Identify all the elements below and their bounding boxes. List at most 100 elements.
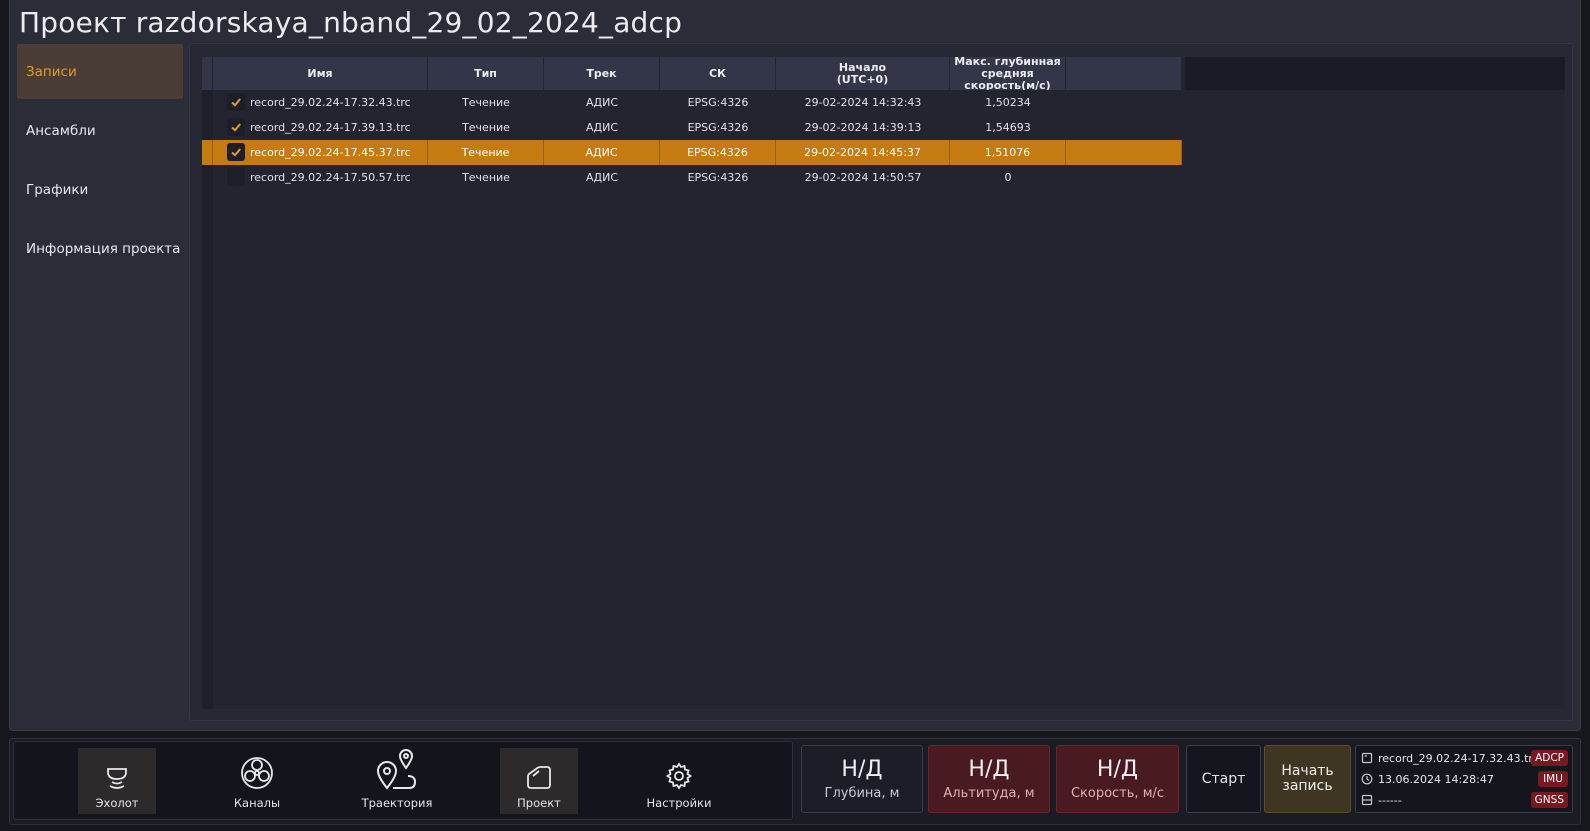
- row-checkbox[interactable]: [227, 93, 245, 111]
- cell-empty: [1066, 140, 1182, 165]
- row-checkbox[interactable]: [227, 143, 245, 161]
- column-header-empty: [1066, 57, 1182, 90]
- column-header-track[interactable]: Трек: [544, 57, 660, 90]
- nav-panel: Эхолот Каналы Траектория Проект Настройк…: [13, 741, 793, 820]
- cell-start: 29-02-2024 14:50:57: [804, 171, 922, 184]
- gnss-badge: GNSS: [1530, 792, 1568, 808]
- table-row[interactable]: record_29.02.24-17.39.13.trc Течение АДИ…: [202, 115, 1182, 140]
- sidebar-item-ensembles[interactable]: Ансамбли: [17, 103, 183, 158]
- row-checkbox[interactable]: [227, 118, 245, 136]
- cell-type: Течение: [428, 140, 544, 165]
- row-gutter: [202, 115, 213, 140]
- echosounder-icon: [107, 768, 127, 789]
- altitude-readout: Н/Д Альтитуда, м: [928, 745, 1050, 813]
- nav-label: Каналы: [233, 796, 281, 810]
- header-gutter: [202, 57, 213, 90]
- table-row[interactable]: record_29.02.24-17.32.43.trc Течение АДИ…: [202, 90, 1182, 115]
- cell-start: 29-02-2024 14:45:37: [776, 140, 950, 165]
- cell-type: Течение: [462, 171, 510, 184]
- channels-icon: [241, 757, 273, 789]
- record-name: record_29.02.24-17.50.57.trc: [250, 171, 411, 184]
- nav-echosounder[interactable]: Эхолот: [78, 748, 156, 814]
- project-icon: [527, 766, 551, 789]
- sidebar-item-project-info[interactable]: Информация проекта: [17, 221, 183, 276]
- altitude-value: Н/Д: [968, 757, 1010, 782]
- cell-max-speed: 1,54693: [985, 121, 1031, 134]
- column-header-crs[interactable]: СК: [660, 57, 776, 90]
- file-icon: [1361, 752, 1373, 764]
- nav-label: Эхолот: [95, 796, 139, 810]
- depth-readout: Н/Д Глубина, м: [801, 745, 923, 813]
- depth-value: Н/Д: [841, 757, 883, 782]
- nav-project[interactable]: Проект: [500, 748, 578, 814]
- cell-crs: EPSG:4326: [687, 96, 749, 109]
- storage-icon: [1361, 794, 1373, 806]
- cell-crs: EPSG:4326: [687, 171, 749, 184]
- nav-label: Настройки: [646, 796, 712, 810]
- cell-name: record_29.02.24-17.39.13.trc: [213, 115, 428, 140]
- cell-track: АДИС: [585, 171, 619, 184]
- row-gutter: [202, 165, 213, 190]
- cell-empty: [1066, 115, 1182, 140]
- table-header: Имя Тип Трек СК Начало (UTC+0) Макс. глу…: [202, 57, 1182, 90]
- nav-trajectory[interactable]: Траектория: [358, 748, 436, 814]
- cell-name: record_29.02.24-17.45.37.trc: [213, 140, 428, 165]
- sidebar-item-records[interactable]: Записи: [17, 44, 183, 99]
- cell-start: 29-02-2024 14:39:13: [804, 121, 922, 134]
- start-button[interactable]: Старт: [1186, 745, 1261, 813]
- start-recording-button[interactable]: Начать запись: [1264, 745, 1351, 813]
- record-name: record_29.02.24-17.39.13.trc: [250, 121, 411, 134]
- settings-icon: [665, 762, 693, 790]
- checkmark-icon: [231, 148, 241, 157]
- cell-type: Течение: [462, 121, 510, 134]
- status-gnss-line: ------: [1361, 791, 1402, 809]
- main-panel: Проект razdorskaya_nband_29_02_2024_adcp…: [9, 0, 1581, 731]
- cell-type: Течение: [462, 96, 510, 109]
- status-time-line: 13.06.2024 14:28:47: [1361, 770, 1494, 788]
- header-filler: [1185, 57, 1565, 90]
- column-header-start[interactable]: Начало (UTC+0): [776, 57, 950, 90]
- clock-icon: [1361, 773, 1373, 785]
- bottom-bar: Эхолот Каналы Траектория Проект Настройк…: [9, 738, 1581, 825]
- status-file-line: record_29.02.24-17.32.43.trc: [1361, 749, 1539, 767]
- cell-track: АДИС: [544, 140, 660, 165]
- sidebar-item-charts[interactable]: Графики: [17, 162, 183, 217]
- column-header-max-speed[interactable]: Макс. глубинная средняя скорость(м/с): [950, 57, 1066, 90]
- status-gnss-value: ------: [1378, 793, 1402, 807]
- records-panel: Имя Тип Трек СК Начало (UTC+0) Макс. глу…: [189, 43, 1573, 721]
- speed-label: Скорость, м/с: [1070, 786, 1165, 801]
- record-name: record_29.02.24-17.45.37.trc: [250, 146, 411, 159]
- cell-max-speed: 0: [1004, 171, 1012, 184]
- column-header-name[interactable]: Имя: [213, 57, 428, 90]
- checkmark-icon: [231, 98, 241, 107]
- speed-value: Н/Д: [1096, 757, 1139, 782]
- checkmark-icon: [231, 123, 241, 132]
- records-table: Имя Тип Трек СК Начало (UTC+0) Макс. глу…: [202, 57, 1565, 709]
- status-datetime: 13.06.2024 14:28:47: [1378, 772, 1494, 786]
- cell-track: АДИС: [585, 96, 619, 109]
- speed-readout: Н/Д Скорость, м/с: [1056, 745, 1179, 813]
- row-checkbox[interactable]: [227, 168, 245, 186]
- nav-label: Проект: [517, 796, 561, 810]
- record-name: record_29.02.24-17.32.43.trc: [250, 96, 411, 109]
- altitude-label: Альтитуда, м: [943, 786, 1035, 801]
- table-body: record_29.02.24-17.32.43.trc Течение АДИ…: [202, 90, 1182, 190]
- nav-settings[interactable]: Настройки: [640, 748, 718, 814]
- cell-start: 29-02-2024 14:32:43: [804, 96, 922, 109]
- row-gutter: [202, 140, 213, 165]
- table-row[interactable]: record_29.02.24-17.50.57.trc Течение АДИ…: [202, 165, 1182, 190]
- status-file: record_29.02.24-17.32.43.trc: [1378, 751, 1539, 765]
- cell-empty: [1066, 165, 1182, 190]
- sidebar: Записи Ансамбли Графики Информация проек…: [17, 44, 183, 280]
- cell-max-speed: 1,51076: [950, 140, 1066, 165]
- cell-crs: EPSG:4326: [687, 121, 749, 134]
- cell-empty: [1066, 90, 1182, 115]
- depth-label: Глубина, м: [824, 786, 900, 801]
- page-title: Проект razdorskaya_nband_29_02_2024_adcp: [19, 6, 683, 39]
- table-row-selected[interactable]: record_29.02.24-17.45.37.trc Течение АДИ…: [202, 140, 1182, 165]
- nav-channels[interactable]: Каналы: [218, 748, 296, 814]
- cell-name: record_29.02.24-17.50.57.trc: [213, 165, 428, 190]
- column-header-type[interactable]: Тип: [428, 57, 544, 90]
- cell-name: record_29.02.24-17.32.43.trc: [213, 90, 428, 115]
- imu-badge: IMU: [1538, 771, 1568, 787]
